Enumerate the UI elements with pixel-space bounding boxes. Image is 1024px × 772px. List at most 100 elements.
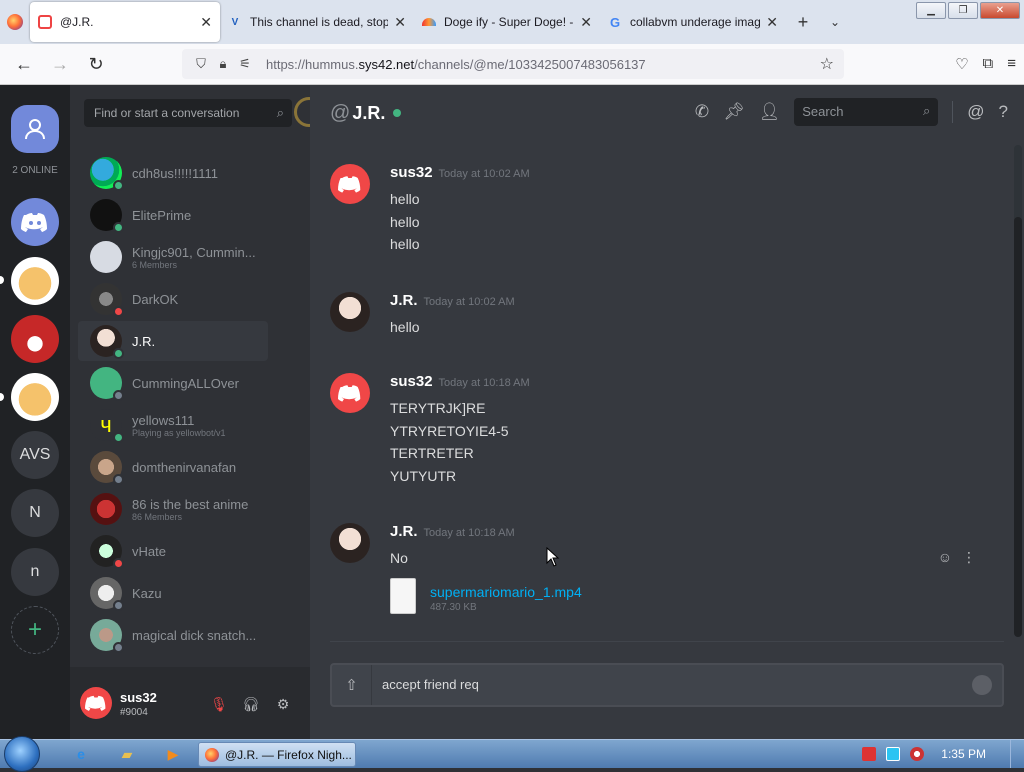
- dm-group-item[interactable]: Kingjc901, Cummin... 6 Members: [78, 237, 268, 277]
- group-avatar-icon: [90, 493, 122, 525]
- add-reaction-icon[interactable]: ☺: [938, 549, 952, 566]
- scrollbar-thumb[interactable]: [1014, 217, 1022, 637]
- file-icon: [390, 578, 416, 614]
- close-window-button[interactable]: ✕: [980, 2, 1020, 19]
- lock-icon[interactable]: 🔒︎: [212, 56, 234, 72]
- message-timestamp: Today at 10:18 AM: [423, 527, 515, 539]
- minimize-button[interactable]: ▁: [916, 2, 946, 19]
- message-author[interactable]: sus32: [390, 164, 433, 181]
- doge-guild-2[interactable]: [11, 373, 59, 421]
- author-avatar[interactable]: [330, 292, 370, 332]
- friends-icon: [25, 119, 45, 140]
- message-text: hello: [390, 319, 420, 335]
- add-server-button[interactable]: +: [11, 606, 59, 654]
- toolbar-right: ♡ ⧉ ≡: [955, 55, 1016, 73]
- message-author[interactable]: sus32: [390, 373, 433, 390]
- pocket-icon[interactable]: ♡: [955, 55, 968, 73]
- dm-item[interactable]: magical dick snatch...: [78, 615, 268, 655]
- shield-icon[interactable]: ⛉: [190, 56, 212, 72]
- divider: [952, 101, 954, 123]
- new-tab-button[interactable]: +: [786, 0, 820, 44]
- home-button[interactable]: [11, 105, 59, 153]
- dm-item[interactable]: cdh8us!!!!!1111: [78, 153, 268, 193]
- guild-avs[interactable]: AVS: [11, 431, 59, 479]
- start-button[interactable]: [4, 736, 40, 772]
- headphones-icon[interactable]: 🎧︎: [236, 689, 266, 719]
- message-timestamp: Today at 10:02 AM: [438, 168, 530, 180]
- upload-icon[interactable]: ⇧: [332, 665, 372, 705]
- tab-doge-ify[interactable]: Doge ify - Super Doge! - ✕: [414, 2, 600, 42]
- user-avatar[interactable]: [80, 687, 112, 719]
- dm-item-selected[interactable]: J.R.: [78, 321, 268, 361]
- message-composer[interactable]: ⇧ accept friend req: [330, 663, 1004, 707]
- author-avatar[interactable]: [330, 373, 370, 413]
- bookmark-star-icon[interactable]: ☆: [820, 54, 834, 74]
- extensions-icon[interactable]: ⧉: [983, 55, 994, 73]
- message-text: hello: [390, 214, 420, 230]
- dm-search-input[interactable]: Find or start a conversation ⌕: [84, 99, 292, 127]
- message-author[interactable]: J.R.: [390, 523, 418, 540]
- more-options-icon[interactable]: ⋮: [962, 549, 976, 566]
- flag-icon[interactable]: [862, 747, 876, 761]
- avatar: [90, 325, 124, 359]
- browser-nav-bar: ← → ↻ ⛉ 🔒︎ ⚟ https://hummus.sys42.net/ch…: [0, 44, 1024, 85]
- reload-button[interactable]: ↻: [78, 48, 114, 80]
- dm-item[interactable]: vHate: [78, 531, 268, 571]
- call-icon[interactable]: ✆: [695, 102, 709, 122]
- media-player-icon[interactable]: ▶: [162, 744, 184, 764]
- chat-search-input[interactable]: Search ⌕: [794, 98, 939, 126]
- file-attachment[interactable]: supermariomario_1.mp4 487.30 KB: [390, 578, 610, 622]
- emoji-picker-icon[interactable]: [972, 675, 992, 695]
- show-desktop-button[interactable]: [1010, 740, 1024, 768]
- close-tab-icon[interactable]: ✕: [200, 14, 212, 31]
- message-author[interactable]: J.R.: [390, 292, 418, 309]
- tab-list-chevron-icon[interactable]: ⌄: [820, 0, 850, 44]
- settings-gear-icon[interactable]: ⚙: [268, 689, 298, 719]
- author-avatar[interactable]: [330, 164, 370, 204]
- composer-text[interactable]: accept friend req: [382, 677, 479, 692]
- monitor-icon[interactable]: [886, 747, 900, 761]
- taskbar-firefox-window[interactable]: @J.R. — Firefox Nigh...: [198, 742, 356, 767]
- internet-explorer-icon[interactable]: e: [70, 744, 92, 764]
- pin-icon[interactable]: 📌︎: [723, 102, 745, 122]
- dm-item[interactable]: domthenirvanafan: [78, 447, 268, 487]
- clock[interactable]: 1:35 PM: [941, 747, 986, 761]
- tab-channel-dead[interactable]: V This channel is dead, stop ✕: [220, 2, 414, 42]
- restore-button[interactable]: ❐: [948, 2, 978, 19]
- status-offline-icon: [113, 474, 124, 485]
- menu-icon[interactable]: ≡: [1007, 55, 1016, 73]
- guild-n-upper[interactable]: N: [11, 489, 59, 537]
- close-tab-icon[interactable]: ✕: [394, 14, 406, 31]
- file-explorer-icon[interactable]: ▰: [116, 744, 138, 764]
- dm-item[interactable]: ч yellows111 Playing as yellowbot/v1: [78, 405, 268, 445]
- mentions-icon[interactable]: @: [967, 102, 984, 122]
- message-text: TERYTRJK]RE: [390, 400, 486, 416]
- permissions-icon[interactable]: ⚟: [234, 56, 256, 72]
- dm-item[interactable]: Kazu: [78, 573, 268, 613]
- status-dnd-icon: [113, 306, 124, 317]
- close-tab-icon[interactable]: ✕: [766, 14, 778, 31]
- dm-item[interactable]: ElitePrime: [78, 195, 268, 235]
- dm-name: yellows111: [132, 412, 195, 428]
- firefox-logo-icon[interactable]: [0, 0, 30, 44]
- close-tab-icon[interactable]: ✕: [580, 14, 592, 31]
- add-friend-icon[interactable]: 👤︎: [759, 102, 781, 122]
- dm-group-item[interactable]: 86 is the best anime 86 Members: [78, 489, 268, 529]
- address-bar[interactable]: ⛉ 🔒︎ ⚟ https://hummus.sys42.net/channels…: [182, 49, 844, 79]
- author-avatar[interactable]: [330, 523, 370, 563]
- forward-button[interactable]: →: [42, 48, 78, 80]
- browser-tab-bar: @J.R. ✕ V This channel is dead, stop ✕ D…: [0, 0, 1024, 44]
- dm-item[interactable]: DarkOK: [78, 279, 268, 319]
- dm-item[interactable]: CummingALLOver: [78, 363, 268, 403]
- volume-icon[interactable]: [910, 747, 924, 761]
- guild-n-lower[interactable]: n: [11, 548, 59, 596]
- tab-jr[interactable]: @J.R. ✕: [30, 2, 220, 42]
- tab-collabvm[interactable]: G collabvm underage imag ✕: [600, 2, 786, 42]
- attachment-link[interactable]: supermariomario_1.mp4: [430, 584, 582, 600]
- help-icon[interactable]: ?: [999, 102, 1008, 122]
- discord-guild[interactable]: [11, 198, 59, 246]
- doge-guild-1[interactable]: [11, 257, 59, 305]
- mute-mic-icon[interactable]: 🎙︎: [204, 689, 234, 719]
- youtube-guild[interactable]: [11, 315, 59, 363]
- back-button[interactable]: ←: [6, 48, 42, 80]
